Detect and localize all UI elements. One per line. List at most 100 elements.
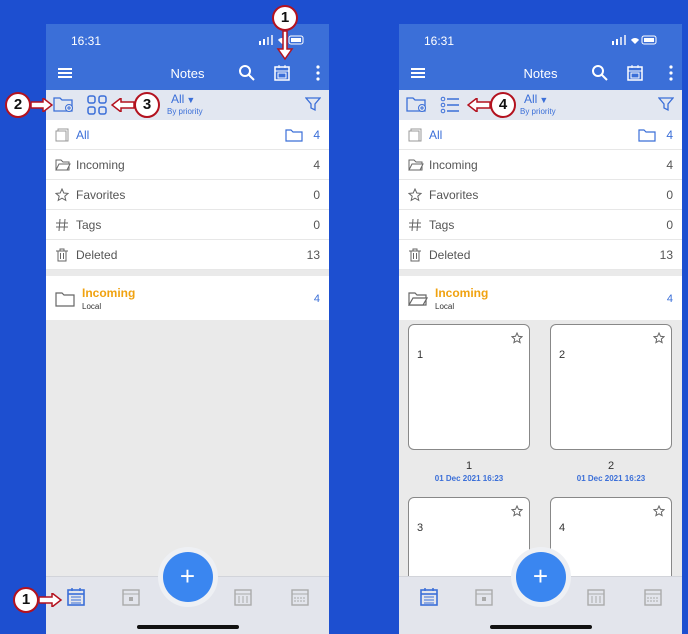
sidebar-item-count: 0: [666, 218, 673, 232]
filter-value: All: [524, 92, 538, 106]
folder-list: All 4 Incoming 4 Favorites 0 Tags 0 Dele…: [46, 120, 329, 320]
folder-location: Local: [435, 302, 455, 311]
sidebar-item-count: 13: [659, 248, 673, 262]
grid-view-icon[interactable]: [86, 94, 108, 121]
filter-funnel-icon[interactable]: [657, 96, 675, 117]
star-icon: [54, 187, 70, 202]
signal-battery-icon: [612, 34, 658, 46]
list-view-icon[interactable]: [439, 94, 461, 121]
home-indicator: [137, 625, 239, 629]
note-date: 01 Dec 2021 16:23: [434, 474, 504, 483]
folder-list: All 4 Incoming 4 Favorites 0 Tags 0 Dele…: [399, 120, 682, 320]
sidebar-item-favorites[interactable]: Favorites 0: [46, 180, 329, 210]
callout-arrow-left: [111, 98, 135, 112]
star-icon[interactable]: [510, 504, 524, 522]
sidebar-item-deleted[interactable]: Deleted 13: [46, 240, 329, 270]
sidebar-item-tags[interactable]: Tags 0: [46, 210, 329, 240]
sidebar-item-incoming[interactable]: Incoming 4: [399, 150, 682, 180]
sidebar-item-all[interactable]: All 4: [399, 120, 682, 150]
note-caption: 1 01 Dec 2021 16:23: [408, 460, 530, 483]
note-caption-title: 1: [465, 460, 473, 472]
tab-calendar-day-icon[interactable]: [121, 587, 141, 612]
folder-count: 4: [313, 293, 320, 305]
sidebar-item-deleted[interactable]: Deleted 13: [399, 240, 682, 270]
star-icon[interactable]: [652, 331, 666, 349]
trash-icon: [55, 248, 69, 262]
folder-icon: [285, 128, 303, 145]
folder-name: Incoming: [435, 286, 489, 300]
sidebar-item-count: 4: [666, 158, 673, 172]
current-folder-card[interactable]: Incoming Local 4: [399, 276, 682, 320]
filter-funnel-icon[interactable]: [304, 96, 322, 117]
calendar-icon[interactable]: [626, 64, 644, 87]
sidebar-item-label: Favorites: [429, 188, 479, 202]
app-bar: Notes: [46, 58, 329, 90]
tab-calendar-day-icon[interactable]: [474, 587, 494, 612]
tab-calendar-month-icon[interactable]: [643, 587, 663, 612]
dropdown-arrow-icon: ▼: [186, 95, 196, 105]
callout-badge: 2: [5, 92, 31, 118]
filter-dropdown[interactable]: All ▼: [171, 92, 195, 106]
note-title: 2: [559, 349, 566, 361]
all-notes-icon: [408, 128, 422, 142]
filter-dropdown[interactable]: All ▼: [524, 92, 548, 106]
sidebar-item-all[interactable]: All 4: [46, 120, 329, 150]
all-notes-icon: [55, 128, 69, 142]
sidebar-item-count: 4: [313, 158, 320, 172]
star-icon: [407, 187, 423, 202]
tab-calendar-week-icon[interactable]: [233, 587, 253, 612]
filter-toolbar: All ▼ By priority: [46, 90, 329, 120]
note-title: 1: [417, 349, 424, 361]
note-date: 01 Dec 2021 16:23: [576, 474, 646, 483]
sidebar-item-tags[interactable]: Tags 0: [399, 210, 682, 240]
callout-badge: 1: [13, 587, 39, 613]
tab-calendar-list-icon[interactable]: [419, 587, 439, 612]
filter-value: All: [171, 92, 185, 106]
open-folder-icon: [55, 158, 71, 172]
add-note-button[interactable]: +: [162, 552, 213, 602]
tab-calendar-list-icon[interactable]: [66, 587, 86, 612]
search-icon[interactable]: [238, 64, 256, 87]
note-card[interactable]: 1: [408, 324, 530, 450]
sidebar-item-favorites[interactable]: Favorites 0: [399, 180, 682, 210]
search-icon[interactable]: [591, 64, 609, 87]
folder-location: Local: [82, 302, 102, 311]
folder-icon: [638, 128, 656, 145]
callout-arrow-down: [276, 31, 294, 61]
tab-calendar-week-icon[interactable]: [586, 587, 606, 612]
callout-arrow-right: [39, 593, 63, 607]
sidebar-item-label: Incoming: [429, 158, 478, 172]
sidebar-item-incoming[interactable]: Incoming 4: [46, 150, 329, 180]
folder-name: Incoming: [82, 286, 136, 300]
callout-arrow-left: [467, 98, 491, 112]
open-folder-icon: [408, 158, 424, 172]
sidebar-item-label: Tags: [429, 218, 455, 232]
tab-calendar-month-icon[interactable]: [290, 587, 310, 612]
trash-icon: [408, 248, 422, 262]
current-folder-card[interactable]: Incoming Local 4: [46, 276, 329, 320]
callout-badge: 4: [490, 92, 516, 118]
hashtag-icon: [408, 218, 422, 232]
sidebar-item-label: Tags: [76, 218, 102, 232]
sidebar-item-label: Incoming: [76, 158, 125, 172]
app-bar: Notes: [399, 58, 682, 90]
sidebar-item-count: 4: [666, 128, 673, 142]
star-icon[interactable]: [652, 504, 666, 522]
note-caption-title: 2: [607, 460, 615, 472]
open-folder-icon: [407, 291, 429, 312]
note-card[interactable]: 2: [550, 324, 672, 450]
sidebar-item-count: 13: [306, 248, 320, 262]
phone-screen-list-view: 16:31 Notes All ▼ By priority All 4 Inco…: [46, 24, 329, 634]
more-options-icon[interactable]: [668, 64, 674, 87]
sidebar-item-count: 4: [313, 128, 320, 142]
add-folder-icon[interactable]: [53, 95, 75, 118]
add-folder-icon[interactable]: [406, 95, 428, 118]
add-note-button[interactable]: +: [515, 552, 566, 602]
star-icon[interactable]: [510, 331, 524, 349]
calendar-icon[interactable]: [273, 64, 291, 87]
folder-count: 4: [666, 293, 673, 305]
note-title: 3: [417, 522, 424, 534]
sidebar-item-count: 0: [313, 218, 320, 232]
more-options-icon[interactable]: [315, 64, 321, 87]
sort-label: By priority: [167, 107, 203, 116]
